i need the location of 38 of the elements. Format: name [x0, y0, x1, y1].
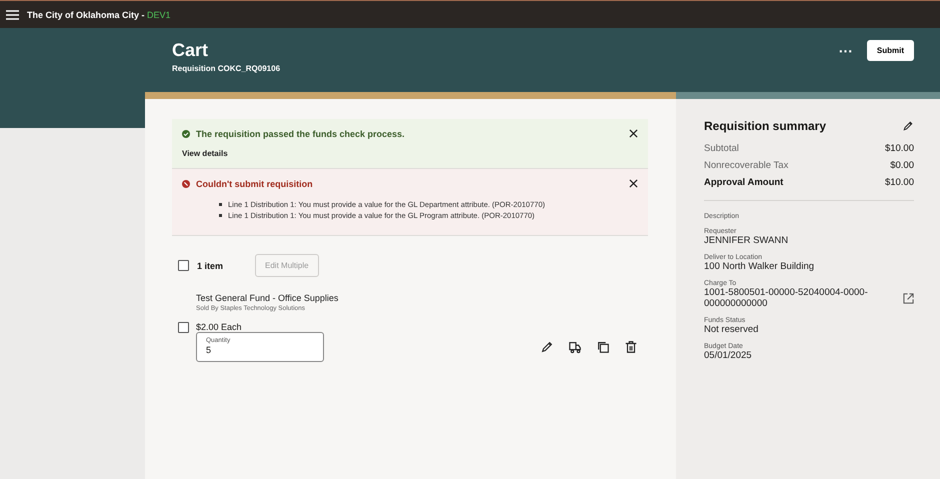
total-value: $10.00 [884, 177, 914, 188]
item-name: Test General Fund - Office Supplies [196, 293, 340, 303]
menu-icon[interactable] [6, 10, 19, 20]
field-value: 100 North Walker Building [704, 261, 814, 272]
truck-icon[interactable] [568, 340, 582, 354]
bullet-icon [219, 203, 222, 206]
field-value: 1001-5800501-00000-52040004-0000-000000000000 [704, 287, 869, 309]
total-label: Nonrecoverable Tax [704, 160, 788, 171]
requisition-number: Requisition COKC_RQ09106 [172, 64, 280, 73]
page-title: Cart [172, 40, 210, 61]
check-circle-icon [182, 130, 190, 138]
external-link-icon[interactable] [903, 292, 914, 304]
close-icon[interactable] [629, 129, 638, 138]
more-actions-button[interactable]: ··· [838, 42, 853, 58]
close-icon[interactable] [629, 179, 638, 188]
select-all-checkbox[interactable] [178, 260, 189, 271]
total-value: $0.00 [890, 160, 914, 171]
field-value: JENNIFER SWANN [704, 235, 788, 246]
app-title: The City of Oklahoma City - DEV1 [27, 10, 171, 20]
total-label: Subtotal [704, 143, 739, 154]
item-count: 1 item [197, 260, 224, 270]
field-value: 05/01/2025 [704, 350, 752, 361]
total-label: Approval Amount [704, 177, 784, 188]
message-title: Couldn't submit requisition [196, 179, 313, 189]
total-value: $10.00 [884, 143, 914, 154]
view-details-link[interactable]: View details [182, 149, 228, 158]
field-value: Not reserved [704, 324, 758, 335]
summary-title: Requisition summary [704, 119, 826, 133]
item-price: $2.00 Each [196, 322, 243, 332]
error-circle-icon [182, 180, 190, 188]
trash-icon[interactable] [624, 340, 638, 354]
edit-icon[interactable] [902, 120, 914, 132]
line-checkbox[interactable] [178, 322, 189, 333]
bullet-icon [219, 214, 222, 217]
submit-button[interactable]: Submit [866, 40, 914, 61]
message-title: The requisition passed the funds check process. [196, 129, 405, 139]
edit-icon[interactable] [540, 340, 554, 354]
copy-icon[interactable] [596, 340, 610, 354]
